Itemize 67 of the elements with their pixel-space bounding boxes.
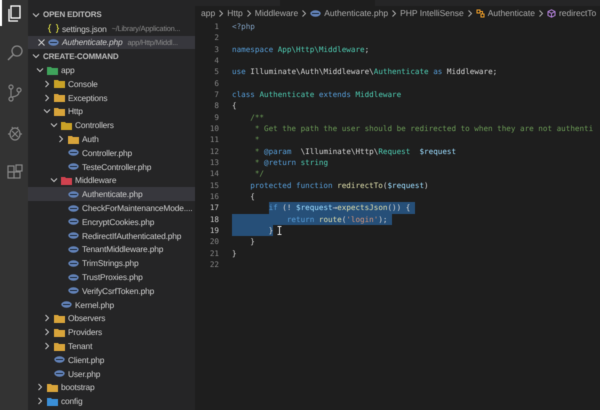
php-file-icon [310,10,322,16]
php-file-icon [61,301,72,308]
file-item[interactable]: CheckForMaintenanceMode.... [28,201,195,215]
chevron-icon [466,10,473,16]
bug-icon [7,126,23,141]
search-icon [7,45,23,61]
class-icon [476,8,485,18]
php-file-icon [68,232,79,240]
braces-icon [48,24,59,34]
file-item[interactable]: Authenticate.php [28,187,195,202]
breadcrumb-item[interactable]: redirectTo [558,8,596,18]
text-cursor-icon [277,226,282,236]
branch-icon [8,84,22,102]
chevron-icon [301,10,308,16]
folder-item[interactable]: Providers [28,325,195,340]
folder-item[interactable]: Middleware [28,174,195,188]
php-file-icon [48,38,59,46]
breadcrumb-item[interactable]: Authenticate.php [324,8,388,18]
file-item[interactable]: Client.php [28,352,195,367]
folder-item[interactable]: config [28,394,195,408]
php-file-icon [68,163,79,170]
folder-item[interactable]: Console [28,76,195,91]
folder-item[interactable]: Controllers [28,118,195,132]
file-item[interactable]: EncryptCookies.php [28,214,195,229]
file-item[interactable]: RedirectIfAuthenticated.php [28,228,195,243]
php-file-icon [68,246,79,253]
php-file-icon [68,149,79,156]
php-file-icon [68,287,79,294]
folder-item[interactable]: Tenant [28,339,195,353]
php-file-icon [54,356,65,364]
chevron-icon [246,10,252,16]
files-icon [8,5,21,22]
php-file-icon [54,370,65,378]
php-file-icon [68,204,79,212]
php-file-icon [68,190,79,198]
folder-item[interactable]: Http [28,104,195,118]
file-item[interactable]: TesteController.php [28,160,195,174]
folder-item[interactable]: Auth [28,132,195,146]
section-header[interactable]: OPEN EDITORS [28,8,195,22]
chevron-icon [218,10,224,16]
breadcrumb-item[interactable]: Middleware [254,8,298,18]
folder-item[interactable]: Observers [28,312,195,326]
section-header[interactable]: CREATE-COMMAND [28,49,195,64]
close-icon[interactable] [38,38,45,46]
breadcrumb-item[interactable]: Authenticate [488,8,535,18]
php-file-icon [68,218,79,226]
cube-icon [546,8,556,18]
folder-item[interactable]: Exceptions [28,90,195,105]
chevron-icon[interactable] [50,176,58,184]
file-item[interactable]: User.php [28,366,195,381]
file-item[interactable]: Kernel.php [28,298,195,312]
file-item[interactable]: TrustProxies.php [28,270,195,284]
chevron-icon [391,10,398,16]
extensions-icon [7,164,23,179]
folder-item[interactable]: bootstrap [28,380,195,394]
file-item[interactable]: Controller.php [28,146,195,160]
php-file-icon [68,260,79,267]
chevron-icon[interactable] [32,10,40,19]
file-item[interactable]: TenantMiddleware.php [28,242,195,256]
file-item[interactable]: VerifyCsrfToken.php [28,284,195,298]
breadcrumb-item[interactable]: app [201,8,216,18]
folder-item[interactable]: app [28,63,195,77]
file-item[interactable]: TrimStrings.php [28,256,195,270]
breadcrumb-item[interactable]: PHP IntelliSense [400,8,464,18]
breadcrumb-item[interactable]: Http [227,8,243,18]
php-file-icon [68,274,79,281]
chevron-icon [538,10,544,16]
